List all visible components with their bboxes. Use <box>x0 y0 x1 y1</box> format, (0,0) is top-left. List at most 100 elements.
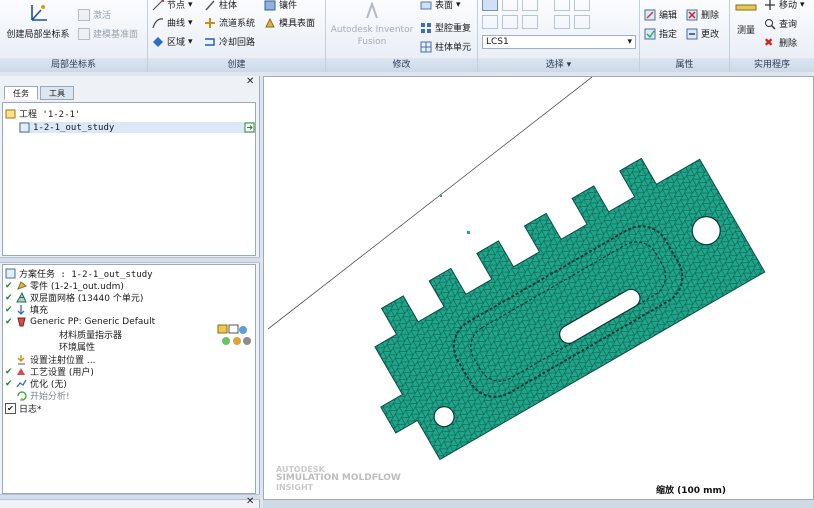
mesh-model <box>267 77 766 461</box>
delete-utility-button[interactable]: ✖ 删除 <box>764 36 797 49</box>
select-box-icon[interactable] <box>482 15 498 29</box>
open-study-icon[interactable] <box>244 122 255 133</box>
activate-icon <box>78 8 90 21</box>
model-viewport[interactable]: AUTODESK SIMULATION MOLDFLOW INSIGHT 缩放 … <box>263 76 814 500</box>
select-spacer <box>542 0 550 9</box>
group-local-cs: 创建局部坐标系 激活 建模基准面 局部坐标系 <box>0 0 148 72</box>
part-mesh <box>374 157 766 461</box>
tab-tools[interactable]: 工具 <box>40 86 74 100</box>
edit-button[interactable]: 编辑 <box>644 8 677 21</box>
study-tasks-icon <box>5 268 16 279</box>
curve-button[interactable]: 曲线 ▾ <box>152 16 193 29</box>
group-properties: 编辑 指定 删除 更改 属性 <box>640 0 730 72</box>
project-node[interactable]: 工程 '1-2-1' <box>5 107 80 120</box>
activate-button[interactable]: 激活 <box>78 8 111 21</box>
cavity-duplicate-button[interactable]: 型腔重复 <box>420 21 471 34</box>
chevron-down-icon: ▾ <box>627 37 632 47</box>
group-modify: Autodesk Inventor Fusion 表面 ▾ 型腔重复 柱体单元 修… <box>326 0 478 72</box>
group-label-properties: 属性 <box>640 58 729 72</box>
surface-icon <box>420 1 432 9</box>
column-button[interactable]: 柱体 <box>204 0 237 11</box>
axes-icon <box>31 5 47 21</box>
select-similar-icon[interactable] <box>574 0 590 11</box>
curve-icon <box>152 17 164 28</box>
scale-label: 缩放 (100 mm) <box>656 486 727 496</box>
task-log[interactable]: ✔ 日志* <box>5 402 42 415</box>
lcs-dropdown[interactable]: LCS1 ▾ <box>482 35 636 49</box>
panel-tabs: 任务 工具 <box>4 86 74 100</box>
group-label-create: 创建 <box>148 58 325 72</box>
measure-button[interactable]: 测量 <box>732 0 760 36</box>
change-button[interactable]: 更改 <box>686 27 719 40</box>
panel-splitter-bottom[interactable] <box>0 494 260 500</box>
injection-icon <box>17 355 25 365</box>
column-unit-button[interactable]: 柱体单元 <box>420 40 471 53</box>
task-environment[interactable]: 环境属性 <box>59 340 95 353</box>
plane-icon <box>78 27 90 40</box>
insert-icon <box>264 0 276 10</box>
study-node[interactable]: 1-2-1_out_study <box>19 122 255 133</box>
select-tools-row-2 <box>482 15 590 29</box>
move-icon <box>765 0 775 10</box>
study-tasks-pane: 方案任务 : 1-2-1_out_study ✔ 零件 (1-2-1_out.u… <box>2 264 256 494</box>
select-pointer-icon[interactable] <box>482 0 498 11</box>
viewport-bottom-tabs[interactable] <box>263 500 814 508</box>
select-node-icon[interactable] <box>502 0 518 11</box>
insert-button[interactable]: 镶件 <box>264 0 297 11</box>
query-icon <box>765 18 776 30</box>
surface-button[interactable]: 表面 ▾ <box>420 0 461 11</box>
optimization-icon <box>16 379 27 388</box>
group-label-select[interactable]: 选择 ▾ <box>478 58 639 72</box>
check-icon: ✔ <box>5 316 13 327</box>
select-clear-icon[interactable] <box>574 15 590 29</box>
check-icon: ✔ <box>5 304 13 315</box>
close-icon[interactable]: ✕ <box>246 496 254 507</box>
select-polygon-icon[interactable] <box>522 15 538 29</box>
checkbox-icon[interactable]: ✔ <box>5 403 16 414</box>
node-button[interactable]: 节点 ▾ <box>152 0 193 11</box>
material-badges-icon <box>217 324 251 345</box>
assign-button[interactable]: 指定 <box>644 27 677 40</box>
create-local-cs-button[interactable]: 创建局部坐标系 <box>2 2 74 40</box>
region-button[interactable]: 区域 ▾ <box>152 35 193 48</box>
check-icon: ✔ <box>5 292 13 303</box>
change-icon <box>686 28 698 39</box>
select-tools-row-1 <box>482 0 590 11</box>
group-label-modify: 修改 <box>326 58 477 72</box>
close-icon[interactable]: ✕ <box>246 76 254 87</box>
runner-system-button[interactable]: 流道系统 <box>204 16 255 29</box>
moldflow-watermark: AUTODESK SIMULATION MOLDFLOW INSIGHT <box>276 465 401 492</box>
ruler-icon <box>735 4 757 11</box>
query-button[interactable]: 查询 <box>764 17 797 30</box>
select-layer-icon[interactable] <box>554 0 570 11</box>
fusion-icon <box>366 1 378 19</box>
column-unit-icon <box>420 41 432 52</box>
mold-surface-button[interactable]: 模具表面 <box>264 16 315 29</box>
delete-icon <box>686 9 698 20</box>
modeling-base-button[interactable]: 建模基准面 <box>78 27 138 40</box>
select-element-icon[interactable] <box>522 0 538 11</box>
select-circle-icon[interactable] <box>502 15 518 29</box>
chevron-down-icon: ▾ <box>456 0 461 10</box>
move-button[interactable]: 移动 ▾ <box>764 0 805 11</box>
assign-icon <box>644 28 656 39</box>
panel-splitter[interactable] <box>0 257 260 263</box>
project-icon <box>5 109 16 119</box>
cooling-circuit-button[interactable]: 冷却回路 <box>204 35 255 48</box>
part-icon <box>17 281 27 290</box>
task-material[interactable]: ✔ Generic PP: Generic Default <box>5 316 155 327</box>
task-fill[interactable]: ✔ 填充 <box>5 303 48 317</box>
tab-tasks[interactable]: 任务 <box>4 86 38 100</box>
study-icon <box>19 122 30 133</box>
region-icon <box>153 36 163 47</box>
node-icon <box>152 0 164 10</box>
runner-icon <box>205 17 215 28</box>
inventor-fusion-button[interactable]: Autodesk Inventor Fusion <box>328 1 416 48</box>
chevron-down-icon: ▾ <box>800 0 805 10</box>
fill-icon <box>17 305 25 315</box>
delete-property-button[interactable]: 删除 <box>686 8 719 21</box>
check-icon: ✔ <box>5 378 13 389</box>
select-expand-icon[interactable] <box>554 15 570 29</box>
task-start-analysis[interactable]: 开始分析! <box>5 389 70 402</box>
group-select: LCS1 ▾ 选择 ▾ <box>478 0 640 72</box>
